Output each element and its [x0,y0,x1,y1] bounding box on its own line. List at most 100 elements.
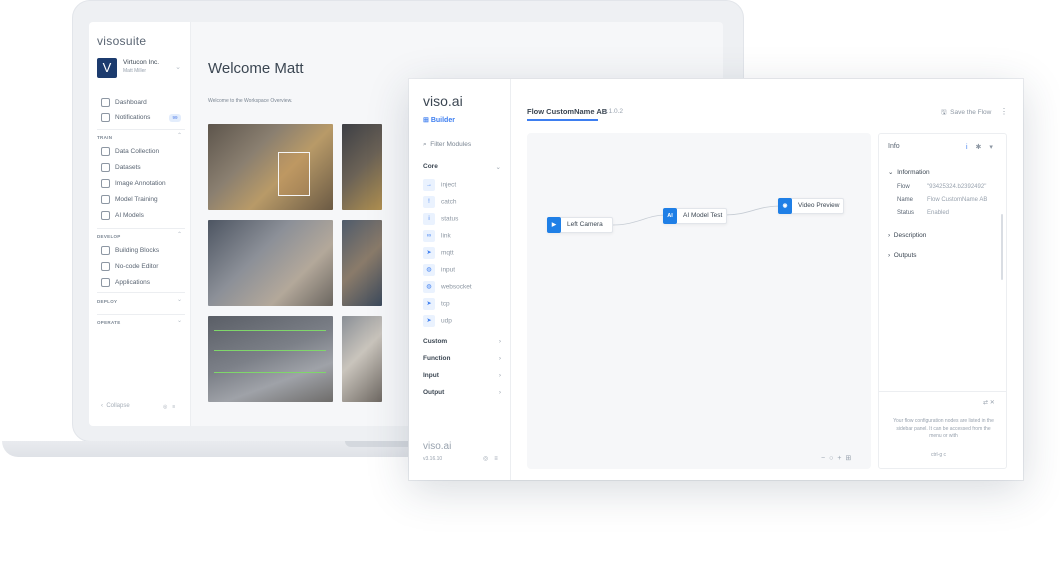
section-description[interactable]: › Description [888,232,926,239]
save-icon: 🖫 [941,109,947,116]
node-label: link [441,232,451,240]
node-status[interactable]: i status [423,213,458,225]
office-people-image[interactable] [208,220,333,306]
section-deploy[interactable]: DEPLOY [97,299,117,304]
sidebar-item-dashboard[interactable]: Dashboard [101,98,147,108]
node-label: Left Camera [567,221,603,228]
node-udp[interactable]: ➤ udp [423,315,452,327]
globe-icon: ◍ [423,281,435,293]
node-left-camera[interactable]: ▶ Left Camera [547,217,613,233]
group-label: Input [423,372,439,379]
keyboard-shortcut: ctrl-g c [931,452,946,458]
save-flow-button[interactable]: 🖫 Save the Flow [941,108,991,119]
status-icon: i [423,213,435,225]
org-user: Matt Miller [123,68,147,74]
section-information[interactable]: ⌄ Information [888,168,930,176]
warehouse-image[interactable] [208,124,333,210]
group-custom[interactable]: Custom › [423,338,503,345]
sidebar-item-no-code-editor[interactable]: No-code Editor [101,262,158,272]
group-core[interactable]: Core ⌄ [423,163,503,171]
visosuite-logo: visosuite [97,34,147,48]
org-avatar: V [97,58,117,78]
section-train[interactable]: TRAIN [97,135,112,140]
info-scrollbar[interactable] [1001,214,1003,280]
sidebar-item-building-blocks[interactable]: Building Blocks [101,246,159,256]
builder-window: viso.ai ⊞ Builder ⌕ Filter Modules Core ⌄… [409,79,1023,480]
sidebar-item-image-annotation[interactable]: Image Annotation [101,179,166,189]
chevron-right-icon: › [888,232,891,239]
zoom-controls[interactable]: −○+⊞ [821,454,855,462]
blocks-icon [101,246,110,255]
chevron-down-icon: ⌄ [175,64,181,71]
version-label: v3.16.10 [423,456,443,462]
sidebar-item-model-training[interactable]: Model Training [101,195,158,205]
chevron-down-icon: ⌄ [495,164,501,171]
section-operate[interactable]: OPERATE [97,320,121,325]
node-inject[interactable]: → inject [423,179,456,191]
filter-modules-input[interactable]: ⌕ Filter Modules [423,141,471,149]
node-label: tcp [441,300,450,308]
builder-text: Builder [430,117,455,124]
sidebar-item-label: AI Models [115,212,144,220]
chevron-right-icon: › [498,372,501,379]
group-function[interactable]: Function › [423,355,503,362]
builder-label[interactable]: ⊞ Builder [423,116,455,124]
viso-logo: viso.ai [423,93,463,109]
sidebar-item-ai-models[interactable]: AI Models [101,211,144,221]
chevron-up-icon: ⌃ [177,133,183,139]
node-label: websocket [441,283,472,291]
meeting-image[interactable] [342,316,382,402]
more-menu-icon[interactable]: ⋮ [1000,107,1008,116]
group-input[interactable]: Input › [423,372,503,379]
footer-icons[interactable]: ◎≡ [483,455,504,462]
sidebar-footer-icons[interactable]: ◎≡ [163,404,180,410]
node-label: udp [441,317,452,325]
inject-icon: → [423,179,435,191]
sidebar-item-applications[interactable]: Applications [101,278,150,288]
node-input[interactable]: ◍ input [423,264,455,276]
chevron-down-icon: ⌄ [177,318,183,324]
parking-lot-image[interactable] [208,316,333,402]
divider [97,228,185,229]
factory-worker-image[interactable] [342,220,382,306]
collection-icon [101,147,110,156]
sidebar-item-notifications[interactable]: Notifications [101,113,150,123]
info-icon: i [966,144,971,151]
chevron-down-icon: ▾ [989,144,996,151]
info-header-icons[interactable]: i ✱ ▾ [966,143,996,151]
node-label: inject [441,181,457,189]
datasets-icon [101,163,110,172]
node-label: catch [441,198,457,206]
node-label: Video Preview [798,202,840,209]
chevron-right-icon: › [498,338,501,345]
name-key: Name [897,197,914,203]
help-panel-icons[interactable]: ⇄ ✕ [983,399,995,406]
editor-icon [101,262,110,271]
sidebar-item-label: Data Collection [115,148,160,156]
sidebar-item-data-collection[interactable]: Data Collection [101,147,159,157]
flow-canvas[interactable]: ▶ Left Camera AI AI Model Test ◉ Video P… [527,133,871,469]
section-develop[interactable]: DEVELOP [97,234,121,239]
node-video-preview[interactable]: ◉ Video Preview [778,198,844,214]
node-tcp[interactable]: ➤ tcp [423,298,450,310]
worker-image[interactable] [342,124,382,210]
group-output[interactable]: Output › [423,389,503,396]
node-websocket[interactable]: ◍ websocket [423,281,472,293]
section-outputs[interactable]: › Outputs [888,252,917,259]
org-switcher[interactable]: V Virtucon Inc. Matt Miller ⌄ [97,58,185,82]
info-title: Info [888,143,900,150]
sidebar-item-label: Applications [115,279,151,287]
status-key: Status [897,210,915,216]
notifications-badge: 99 [169,114,181,122]
group-label: Core [423,163,438,170]
collapse-button[interactable]: ‹ Collapse [101,403,130,409]
flow-tab[interactable]: Flow CustomName AB [527,107,607,116]
node-ai-model-test[interactable]: AI AI Model Test [663,208,727,224]
flow-version: v.1.0.2 [604,108,624,115]
builder-sidebar: viso.ai ⊞ Builder ⌕ Filter Modules Core ⌄… [409,79,511,480]
sidebar-item-label: Datasets [115,164,141,172]
node-link[interactable]: ∞ link [423,230,451,242]
sidebar-item-datasets[interactable]: Datasets [101,163,141,173]
node-mqtt[interactable]: ➤ mqtt [423,247,454,259]
node-catch[interactable]: ! catch [423,196,457,208]
